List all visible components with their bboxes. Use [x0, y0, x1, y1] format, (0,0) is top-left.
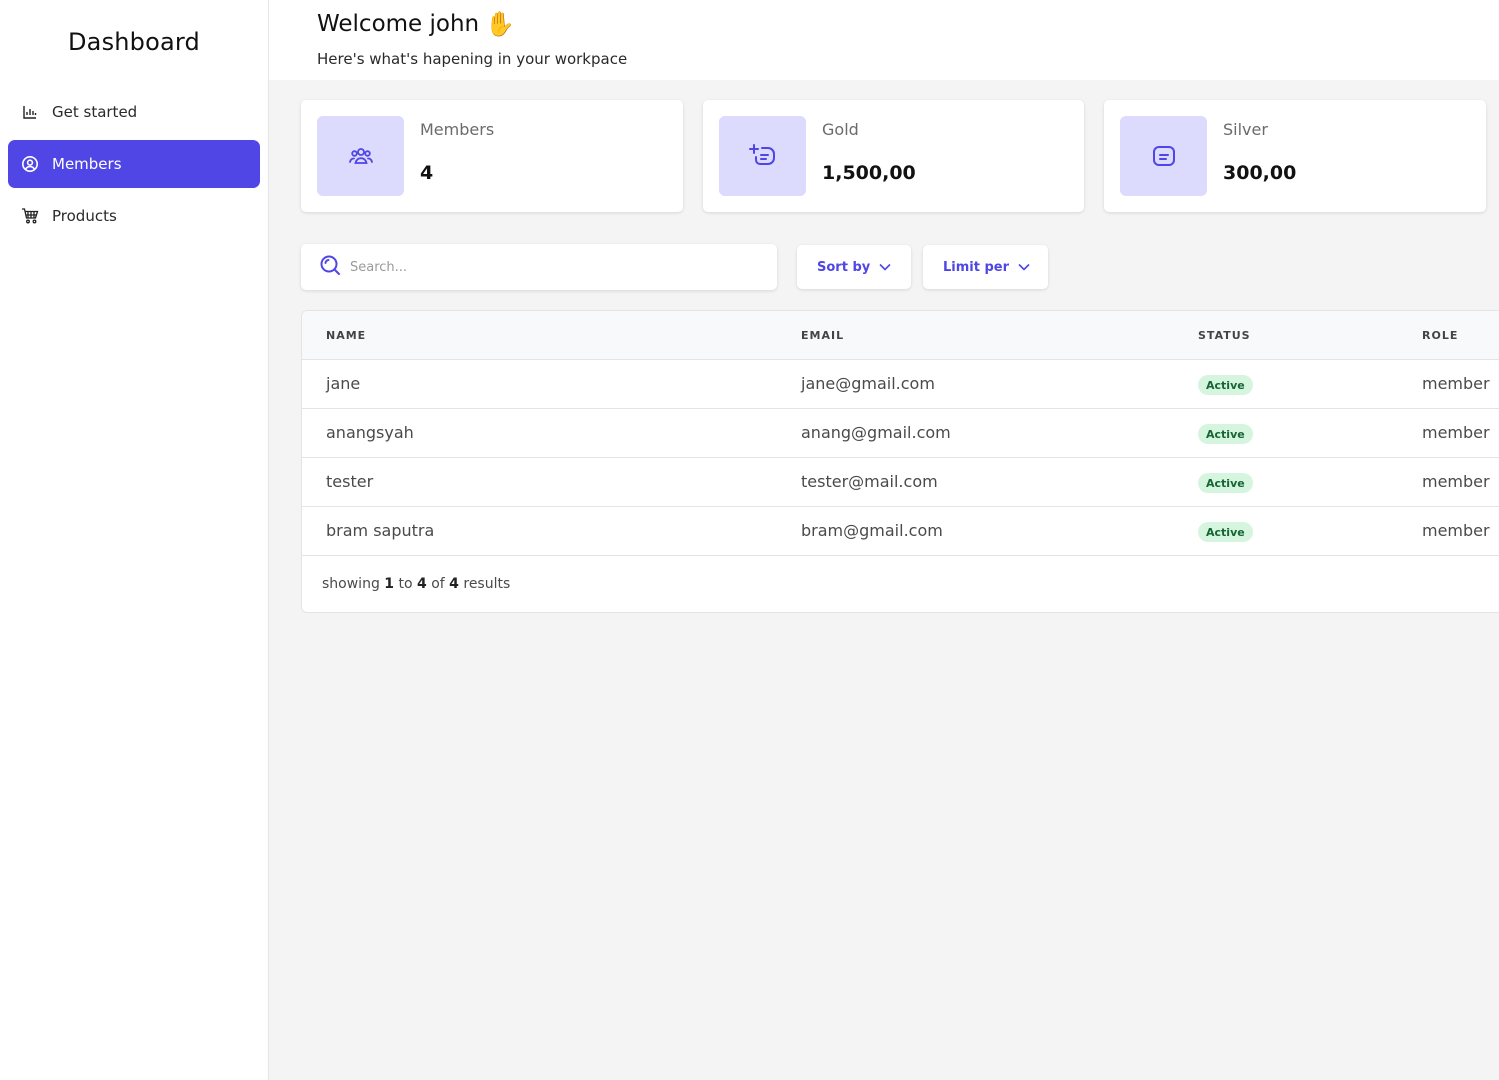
table-row[interactable]: bram saputra bram@gmail.com Active membe…	[302, 507, 1499, 556]
summary-to: 4	[417, 576, 427, 592]
column-header-name[interactable]: NAME	[326, 329, 366, 342]
add-note-icon	[719, 116, 806, 196]
sidebar-brand: Dashboard	[67, 28, 200, 56]
cell-role: member	[1422, 472, 1490, 491]
stat-label: Silver	[1223, 120, 1268, 139]
bar-chart-icon	[21, 103, 39, 121]
summary-prefix: showing	[322, 576, 380, 592]
cell-name: tester	[326, 472, 374, 491]
cell-role: member	[1422, 521, 1490, 540]
cell-name: jane	[326, 374, 361, 393]
user-circle-icon	[21, 155, 39, 173]
stat-card-silver: Silver 300,00	[1104, 100, 1486, 212]
chevron-down-icon	[1018, 263, 1030, 271]
stat-value: 1,500,00	[822, 162, 916, 184]
cell-name: bram saputra	[326, 521, 435, 540]
table-header: NAME EMAIL STATUS ROLE	[302, 311, 1499, 360]
stat-card-gold: Gold 1,500,00	[703, 100, 1084, 212]
limit-per-label: Limit per	[943, 259, 1010, 275]
cell-role: member	[1422, 423, 1490, 442]
pagination-summary: showing 1 to 4 of 4 results	[322, 576, 510, 592]
sidebar-item-products[interactable]: Products	[8, 192, 260, 240]
status-badge: Active	[1198, 375, 1253, 395]
summary-to-word: to	[398, 576, 413, 592]
stat-card-members: Members 4	[301, 100, 683, 212]
column-header-role[interactable]: ROLE	[1422, 329, 1458, 342]
status-badge: Active	[1198, 424, 1253, 444]
column-header-status[interactable]: STATUS	[1198, 329, 1251, 342]
page-header: Welcome john ✋ Here's what's hapening in…	[269, 0, 1499, 80]
search-input[interactable]	[350, 259, 730, 275]
cell-email: bram@gmail.com	[801, 521, 943, 540]
cell-email: jane@gmail.com	[801, 374, 935, 393]
summary-total: 4	[449, 576, 459, 592]
search-box	[301, 244, 777, 290]
welcome-subtitle: Here's what's hapening in your workpace	[317, 50, 628, 68]
column-header-email[interactable]: EMAIL	[801, 329, 844, 342]
cell-role: member	[1422, 374, 1490, 393]
cell-email: tester@mail.com	[801, 472, 938, 491]
table-row[interactable]: tester tester@mail.com Active member	[302, 458, 1499, 507]
summary-suffix: results	[463, 576, 511, 592]
sort-by-label: Sort by	[817, 259, 871, 275]
cart-icon	[21, 207, 39, 225]
status-badge: Active	[1198, 522, 1253, 542]
sidebar-item-label: Get started	[52, 103, 138, 121]
note-icon	[1120, 116, 1207, 196]
sidebar-item-label: Members	[52, 155, 122, 173]
stat-label: Members	[420, 120, 495, 139]
sidebar-item-label: Products	[52, 207, 117, 225]
sidebar-item-get-started[interactable]: Get started	[8, 88, 260, 136]
users-icon	[317, 116, 404, 196]
status-badge: Active	[1198, 473, 1253, 493]
welcome-title: Welcome john ✋	[317, 10, 515, 38]
chevron-down-icon	[879, 263, 891, 271]
members-table: NAME EMAIL STATUS ROLE jane jane@gmail.c…	[301, 310, 1499, 613]
cell-email: anang@gmail.com	[801, 423, 951, 442]
sidebar-item-members[interactable]: Members	[8, 140, 260, 188]
cell-name: anangsyah	[326, 423, 414, 442]
stat-value: 300,00	[1223, 162, 1297, 184]
table-row[interactable]: anangsyah anang@gmail.com Active member	[302, 409, 1499, 458]
search-icon	[319, 254, 341, 280]
table-row[interactable]: jane jane@gmail.com Active member	[302, 360, 1499, 409]
sidebar-nav: Get started Members Products	[8, 88, 260, 244]
summary-from: 1	[384, 576, 395, 592]
welcome-text: Welcome john	[317, 11, 480, 37]
sort-by-dropdown[interactable]: Sort by	[797, 245, 911, 289]
sidebar: Dashboard Get started Members Products	[0, 0, 269, 1080]
stat-value: 4	[420, 162, 434, 184]
limit-per-dropdown[interactable]: Limit per	[923, 245, 1048, 289]
raised-hand-icon: ✋	[485, 10, 516, 38]
stat-label: Gold	[822, 120, 859, 139]
summary-of-word: of	[431, 576, 445, 592]
